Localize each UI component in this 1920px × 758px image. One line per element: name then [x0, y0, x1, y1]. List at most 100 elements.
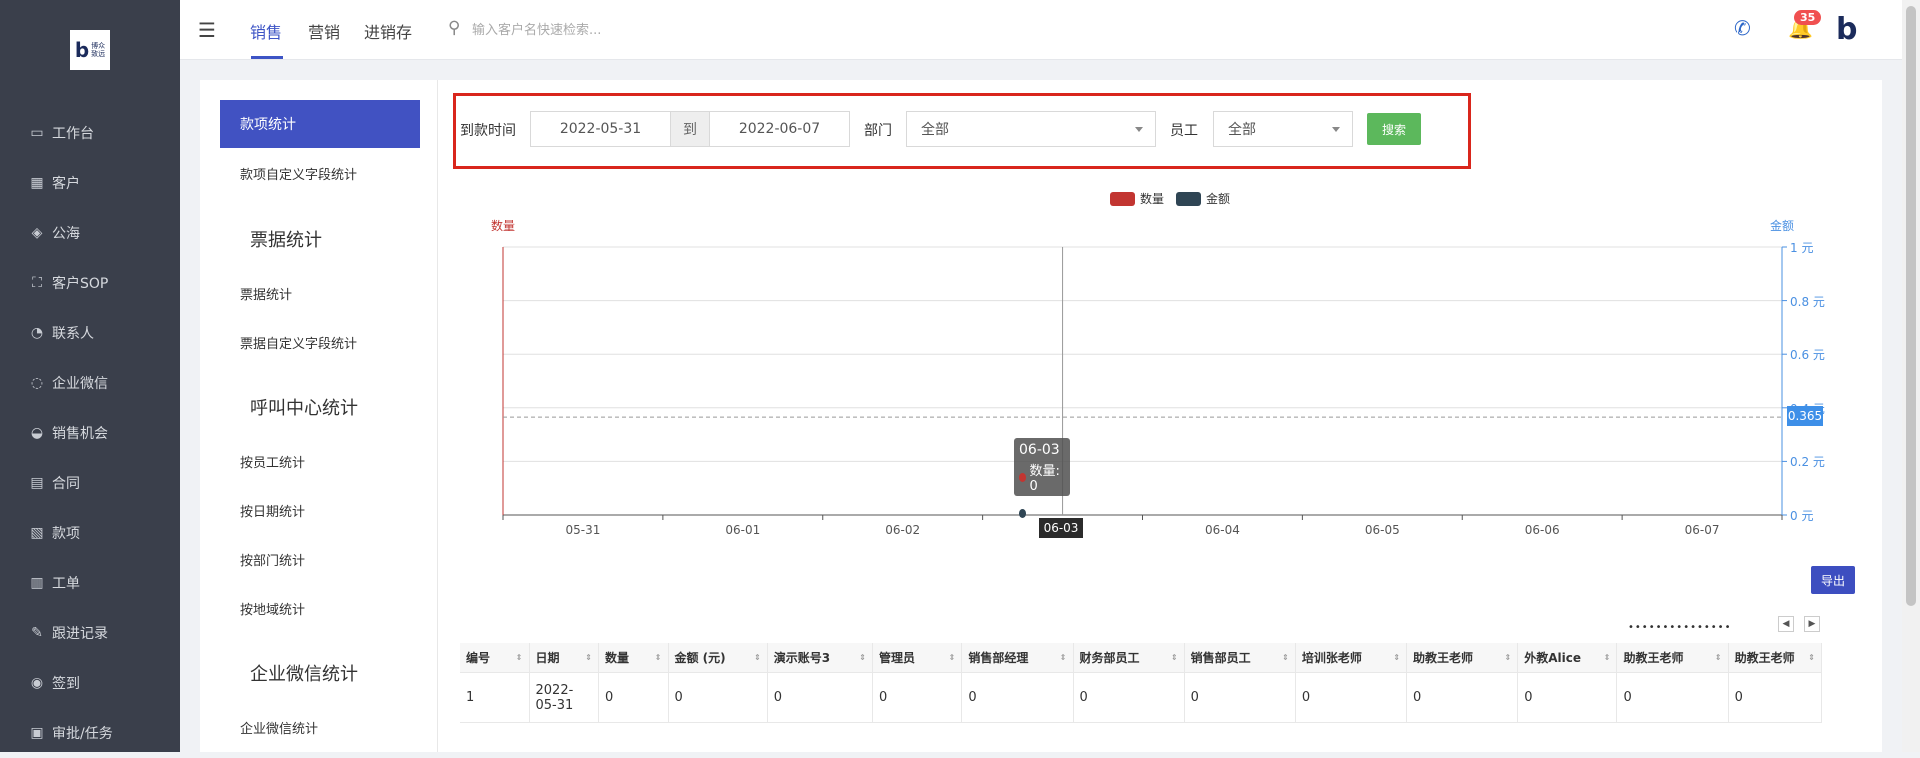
- sort-icon[interactable]: ⇕: [585, 653, 592, 662]
- table-header-cell[interactable]: 演示账号3 ⇕: [768, 643, 873, 672]
- table-cell: 0: [1074, 673, 1185, 722]
- scrollbar-thumb[interactable]: [1906, 6, 1916, 606]
- sort-icon[interactable]: ⇕: [859, 653, 866, 662]
- menu-toggle-icon[interactable]: ☰: [198, 18, 216, 42]
- sidebar-nav: ▭ 工作台 ▦ 客户 ◈ 公海 ⛶ 客户SOP ◔ 联系人 ◌ 企业微信 ◒ 销售机会 ▤ 合同 ▧ 款项 ▥ 工单 ✎…: [0, 108, 180, 758]
- department-select[interactable]: 全部: [906, 111, 1156, 147]
- sort-icon[interactable]: ⇕: [1393, 653, 1400, 662]
- sort-icon[interactable]: ⇕: [1715, 653, 1722, 662]
- sidebar-item-label: 客户: [52, 176, 80, 192]
- sidebar-item-8[interactable]: ▧ 款项: [0, 508, 180, 558]
- table-header-cell[interactable]: 助教王老师 ⇕: [1617, 643, 1729, 672]
- table-header-cell[interactable]: 培训张老师 ⇕: [1296, 643, 1408, 672]
- sidebar-item-10[interactable]: ✎ 跟进记录: [0, 608, 180, 658]
- y-tick-label: 0.8 元: [1790, 294, 1825, 309]
- table-scroll-left-icon[interactable]: ◀: [1778, 616, 1794, 632]
- table-header-cell[interactable]: 金额 (元) ⇕: [669, 643, 768, 672]
- sort-icon[interactable]: ⇕: [1171, 653, 1178, 662]
- tab-marketing[interactable]: 营销: [308, 19, 340, 43]
- notification-badge: 35: [1794, 10, 1822, 25]
- sidebar-item-2[interactable]: ◈ 公海: [0, 208, 180, 258]
- table-header-cell[interactable]: 助教王老师 ⇕: [1407, 643, 1519, 672]
- table-cell: 0: [1185, 673, 1296, 722]
- stats-menu-item-payment[interactable]: 款项统计: [220, 100, 420, 148]
- sort-icon[interactable]: ⇕: [1504, 653, 1511, 662]
- date-range-separator: 到: [671, 111, 709, 147]
- table-cell: 0: [599, 673, 669, 722]
- table-header-cell[interactable]: 数量 ⇕: [599, 643, 669, 672]
- sidebar-item-12[interactable]: ▣ 审批/任务: [0, 708, 180, 758]
- stats-menu-item-by-region[interactable]: 按地域统计: [240, 599, 305, 618]
- table-cell: 0: [1407, 673, 1519, 722]
- legend-label-quantity[interactable]: 数量: [1140, 190, 1164, 207]
- monitor-icon: ▭: [30, 125, 44, 141]
- sort-icon[interactable]: ⇕: [655, 653, 662, 662]
- payment-date-label: 到款时间: [460, 123, 516, 139]
- phone-icon[interactable]: ✆: [1734, 16, 1751, 40]
- sidebar-item-9[interactable]: ▥ 工单: [0, 558, 180, 608]
- export-button[interactable]: 导出: [1811, 566, 1855, 594]
- date-to-input[interactable]: 2022-06-07: [709, 111, 850, 147]
- stats-menu-item-by-date[interactable]: 按日期统计: [240, 501, 305, 520]
- app-logo[interactable]: b 博众 致远: [70, 30, 110, 70]
- table-header-cell[interactable]: 外教Alice ⇕: [1518, 643, 1618, 672]
- stats-menu-item-by-staff[interactable]: 按员工统计: [240, 452, 305, 471]
- sort-icon[interactable]: ⇕: [1808, 653, 1815, 662]
- page-scrollbar[interactable]: [1902, 0, 1920, 752]
- table-header-cell[interactable]: 日期 ⇕: [530, 643, 599, 672]
- table-cell: 0: [1729, 673, 1822, 722]
- customer-search-input[interactable]: [472, 18, 712, 42]
- sidebar-item-1[interactable]: ▦ 客户: [0, 158, 180, 208]
- avatar[interactable]: b: [1836, 12, 1857, 47]
- sort-icon[interactable]: ⇕: [1604, 653, 1611, 662]
- tab-inventory[interactable]: 进销存: [364, 19, 412, 43]
- sort-icon[interactable]: ⇕: [754, 653, 761, 662]
- table-header-cell[interactable]: 助教王老师 ⇕: [1729, 643, 1822, 672]
- sidebar-item-11[interactable]: ◉ 签到: [0, 658, 180, 708]
- sort-icon[interactable]: ⇕: [949, 653, 956, 662]
- table-header-cell[interactable]: 财务部员工 ⇕: [1074, 643, 1185, 672]
- table-cell: 0: [669, 673, 768, 722]
- table-header-cell[interactable]: 编号 ⇕: [460, 643, 530, 672]
- table-cell: 1: [460, 673, 530, 722]
- search-button[interactable]: 搜索: [1367, 113, 1421, 145]
- x-tick-label: 06-04: [1205, 523, 1240, 537]
- x-tick-label: 06-05: [1364, 523, 1400, 537]
- staff-select[interactable]: 全部: [1213, 111, 1353, 147]
- table-scroll-right-icon[interactable]: ▶: [1804, 616, 1820, 632]
- sort-icon[interactable]: ⇕: [1060, 653, 1067, 662]
- sort-icon[interactable]: ⇕: [1282, 653, 1289, 662]
- sidebar-item-label: 工作台: [52, 126, 94, 142]
- y-tick-label: 1 元: [1790, 241, 1814, 255]
- table-cell: 0: [1518, 673, 1618, 722]
- table-header-cell[interactable]: 销售部经理 ⇕: [962, 643, 1074, 672]
- chevron-down-icon: [1332, 127, 1340, 132]
- department-select-value: 全部: [921, 122, 949, 138]
- stats-menu-item-payment-custom[interactable]: 款项自定义字段统计: [240, 164, 357, 183]
- table-header-cell[interactable]: 管理员 ⇕: [873, 643, 963, 672]
- stats-menu-item-invoice[interactable]: 票据统计: [240, 284, 292, 303]
- legend-swatch-quantity[interactable]: [1110, 191, 1135, 206]
- contact-icon: ◔: [30, 325, 44, 341]
- tooltip-dot-quantity: [1019, 472, 1027, 482]
- stats-menu-item-invoice-custom[interactable]: 票据自定义字段统计: [240, 333, 357, 352]
- stats-menu-item-by-dept[interactable]: 按部门统计: [240, 550, 305, 569]
- sidebar-item-6[interactable]: ◒ 销售机会: [0, 408, 180, 458]
- y-axis-pointer-label: 0.365: [1787, 406, 1823, 426]
- sidebar-item-4[interactable]: ◔ 联系人: [0, 308, 180, 358]
- stats-table: 编号 ⇕ 日期 ⇕ 数量 ⇕ 金额 (元) ⇕ 演示账号3 ⇕ 管理员 ⇕ 销售部经理 ⇕ 财务部员工 ⇕ 销售…: [460, 643, 1822, 723]
- stats-menu-item-wework[interactable]: 企业微信统计: [240, 718, 318, 737]
- table-header-cell[interactable]: 销售部员工 ⇕: [1185, 643, 1296, 672]
- sidebar-item-0[interactable]: ▭ 工作台: [0, 108, 180, 158]
- search-icon[interactable]: ⚲: [448, 18, 460, 38]
- tooltip-dot-amount: [1019, 508, 1027, 518]
- date-from-input[interactable]: 2022-05-31: [530, 111, 671, 147]
- sidebar-item-3[interactable]: ⛶ 客户SOP: [0, 258, 180, 308]
- header-label: 助教王老师: [1734, 651, 1795, 665]
- sidebar-item-5[interactable]: ◌ 企业微信: [0, 358, 180, 408]
- sidebar-item-7[interactable]: ▤ 合同: [0, 458, 180, 508]
- legend-label-amount[interactable]: 金额: [1206, 190, 1230, 207]
- sort-icon[interactable]: ⇕: [516, 653, 523, 662]
- legend-swatch-amount[interactable]: [1176, 191, 1202, 206]
- tab-sales[interactable]: 销售: [250, 19, 282, 43]
